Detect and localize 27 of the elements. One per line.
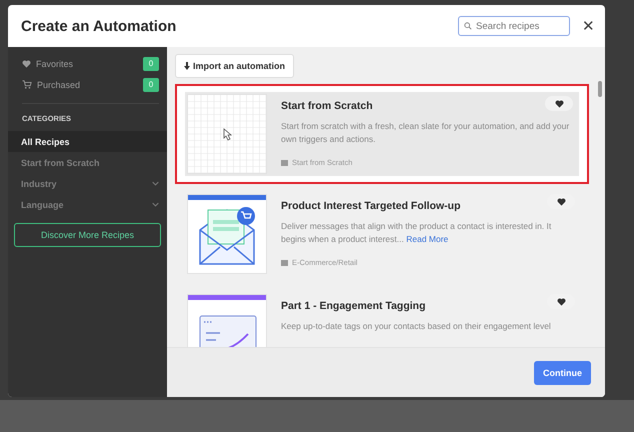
recipe-description: Deliver messages that align with the product a contact is interested in. It begins when a product interest... Read More (281, 220, 552, 246)
recipe-description: Start from scratch with a fresh, clean slate for your automation, and add your own triggers and actions. (281, 120, 570, 146)
sidebar-item[interactable]: Purchased (37, 80, 138, 90)
discover-button[interactable]: Discover More Recipes (14, 223, 161, 247)
recipe-title: Product Interest Targeted Follow-up (281, 200, 460, 212)
recipe-title: Part 1 - Engagement Tagging (281, 300, 426, 312)
recipe-title: Start from Scratch (281, 100, 373, 112)
heart-icon (556, 298, 566, 306)
close-button[interactable]: ✕ (582, 17, 595, 35)
continue-button[interactable]: Continue (534, 360, 591, 384)
scrollbar-thumb[interactable] (598, 81, 602, 97)
download-icon (184, 62, 190, 70)
search-icon (464, 22, 472, 30)
dialog-title: Create an Automation (21, 18, 178, 34)
sidebar-item[interactable]: Favorites (36, 58, 138, 68)
cart-icon (22, 80, 32, 89)
heart-icon (554, 100, 564, 108)
recipe-description: Keep up-to-date tags on your contacts based on their engagement level (281, 320, 552, 333)
read-more-link[interactable]: Read More (406, 234, 448, 244)
count-badge: 0 (143, 78, 159, 92)
search-field[interactable]: Search recipes (458, 16, 570, 36)
import-button[interactable]: Import an automation (175, 54, 294, 78)
count-badge: 0 (143, 56, 159, 70)
category-item[interactable]: All Recipes (8, 131, 167, 152)
favorite-button[interactable] (545, 96, 573, 111)
heart-icon (556, 198, 566, 206)
heart-icon (22, 60, 31, 68)
